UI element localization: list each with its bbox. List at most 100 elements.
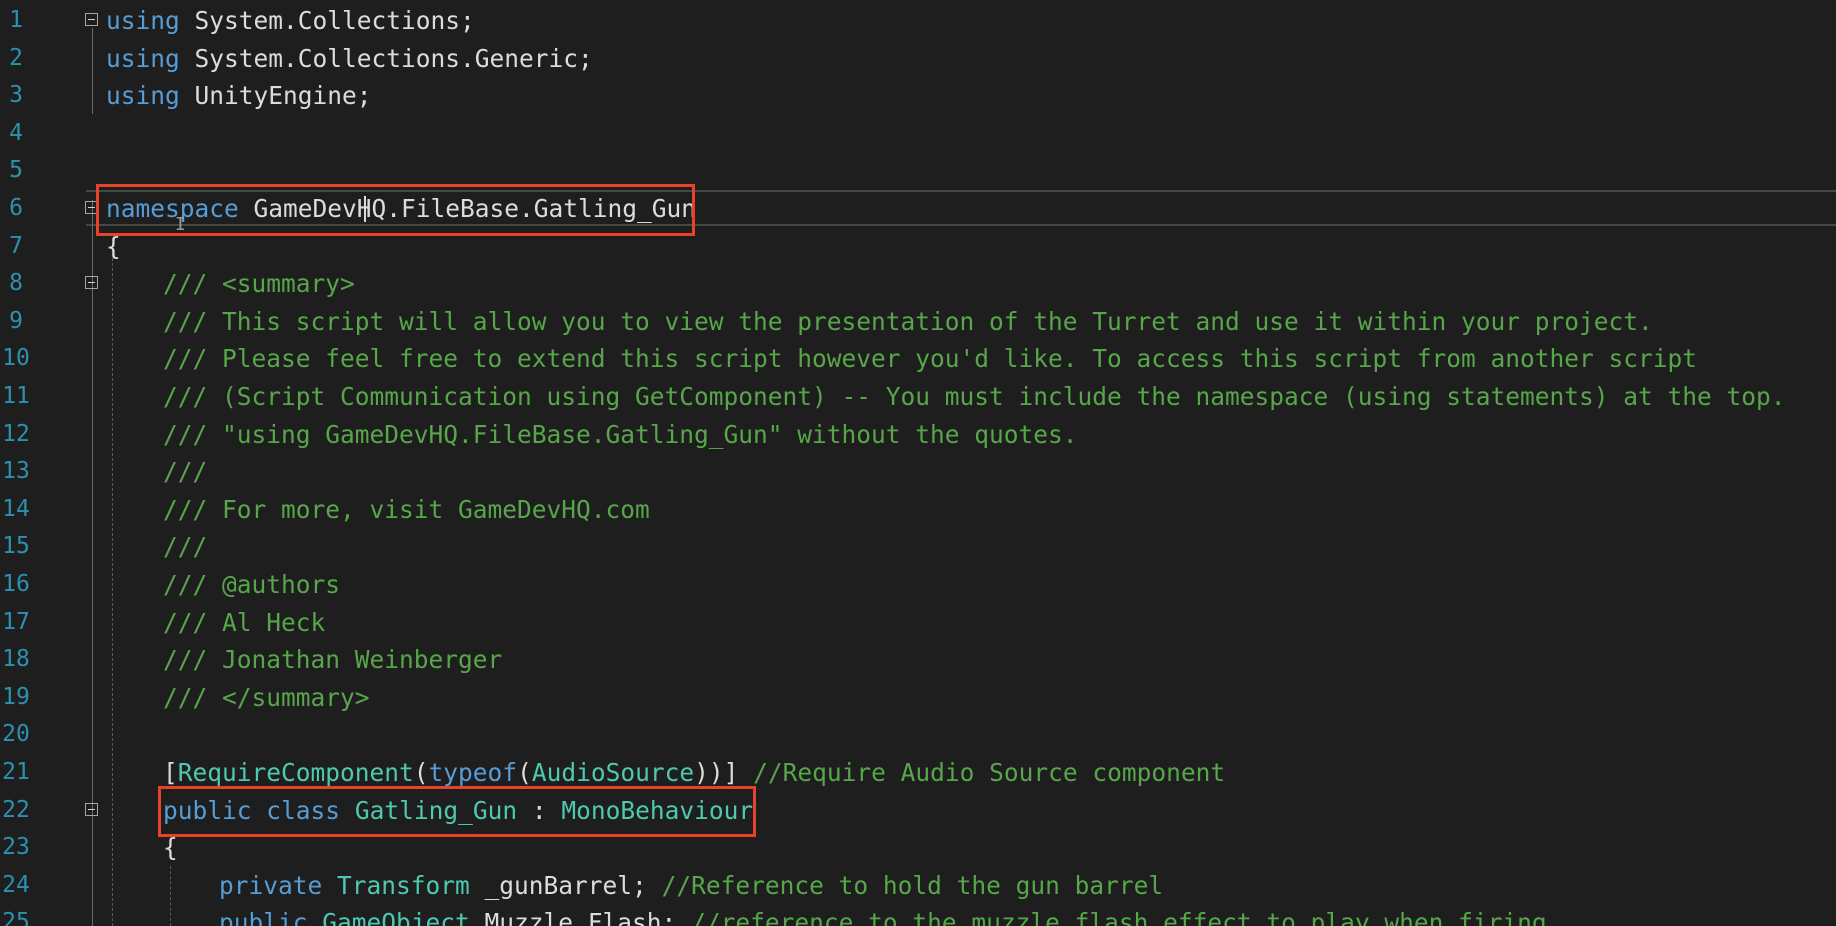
code-token: /// (Script Communication using GetCompo… bbox=[163, 382, 1786, 411]
code-token: /// </summary> bbox=[163, 682, 370, 712]
line-number: 20 bbox=[2, 721, 30, 748]
code-token: System.Collections; bbox=[179, 6, 475, 35]
code-line[interactable]: 9 /// This script will allow you to view … bbox=[0, 303, 1836, 341]
collapse-icon[interactable] bbox=[85, 13, 98, 26]
code-line[interactable]: 25 public GameObject Muzzle_Flash; //refe… bbox=[0, 904, 1836, 926]
code-text[interactable]: { bbox=[163, 829, 178, 867]
code-line[interactable]: 7{ bbox=[0, 228, 1836, 266]
code-text[interactable]: namespace GameDevHQ.FileBase.Gatling_Gun bbox=[106, 190, 696, 228]
code-token: /// For more, visit GameDevHQ.com bbox=[163, 494, 650, 524]
code-text[interactable]: /// This script will allow you to view t… bbox=[163, 303, 1653, 341]
code-text[interactable]: /// (Script Communication using GetCompo… bbox=[163, 378, 1786, 416]
code-token: _gunBarrel; bbox=[469, 870, 662, 900]
code-line[interactable]: 21 [RequireComponent(typeof(AudioSource))… bbox=[0, 754, 1836, 792]
code-line[interactable]: 18 /// Jonathan Weinberger bbox=[0, 641, 1836, 679]
code-text[interactable]: using System.Collections; bbox=[106, 2, 475, 40]
collapse-icon[interactable] bbox=[85, 201, 98, 214]
line-number: 14 bbox=[2, 495, 30, 522]
code-text[interactable]: using UnityEngine; bbox=[106, 77, 372, 115]
code-text[interactable]: /// Jonathan Weinberger bbox=[163, 641, 502, 679]
code-text[interactable]: using System.Collections.Generic; bbox=[106, 40, 593, 78]
code-text[interactable]: private Transform _gunBarrel; //Referenc… bbox=[219, 867, 1163, 905]
code-line[interactable]: 4 bbox=[0, 115, 1836, 153]
code-line[interactable]: 16 /// @authors bbox=[0, 566, 1836, 604]
code-token: Transform bbox=[337, 870, 470, 900]
line-number: 18 bbox=[2, 646, 30, 673]
code-text[interactable]: [RequireComponent(typeof(AudioSource))] … bbox=[163, 754, 1225, 792]
code-line[interactable]: 19 /// </summary> bbox=[0, 679, 1836, 717]
code-token: using bbox=[106, 6, 180, 35]
code-token: class bbox=[266, 795, 341, 825]
code-token: /// Al Heck bbox=[163, 607, 326, 637]
code-text[interactable]: public class Gatling_Gun : MonoBehaviour bbox=[163, 792, 753, 830]
code-text[interactable]: /// <summary> bbox=[163, 265, 355, 303]
code-line[interactable]: 6 namespace GameDevHQ.FileBase.Gatling_Gu… bbox=[0, 190, 1836, 228]
code-line[interactable]: 11 /// (Script Communication using GetCom… bbox=[0, 378, 1836, 416]
code-token: /// Please feel free to extend this scri… bbox=[163, 344, 1698, 374]
code-editor[interactable]: 1 using System.Collections; 2 using System.… bbox=[0, 0, 1836, 926]
code-text[interactable]: { bbox=[106, 228, 121, 266]
code-token: AudioSource bbox=[531, 758, 695, 787]
code-text[interactable]: /// bbox=[163, 453, 207, 491]
code-line[interactable]: 17 /// Al Heck bbox=[0, 604, 1836, 642]
code-token: [ bbox=[163, 758, 178, 787]
line-number: 5 bbox=[9, 157, 23, 184]
code-token: private bbox=[219, 870, 323, 900]
line-number: 23 bbox=[2, 834, 30, 861]
line-number: 17 bbox=[2, 608, 30, 635]
code-token: { bbox=[163, 833, 178, 863]
code-token: /// <summary> bbox=[163, 269, 355, 299]
code-text[interactable]: /// Please feel free to extend this scri… bbox=[163, 340, 1697, 378]
code-token: public bbox=[163, 795, 252, 825]
line-number: 9 bbox=[9, 307, 23, 334]
code-line[interactable]: 2 using System.Collections.Generic; bbox=[0, 40, 1836, 78]
code-text[interactable]: public GameObject Muzzle_Flash; //refere… bbox=[219, 904, 1547, 926]
code-line[interactable]: 23 { bbox=[0, 829, 1836, 867]
code-line[interactable]: 22 public class Gatling_Gun : MonoBehavio… bbox=[0, 792, 1836, 830]
code-line[interactable]: 5 bbox=[0, 152, 1836, 190]
line-number: 4 bbox=[9, 119, 23, 146]
mouse-ibeam-cursor: I bbox=[175, 214, 186, 235]
code-token: /// @authors bbox=[163, 570, 341, 599]
code-token: //Require Audio Source component bbox=[753, 758, 1226, 787]
line-number: 6 bbox=[9, 195, 23, 221]
collapse-icon[interactable] bbox=[85, 276, 98, 290]
code-text[interactable]: /// Al Heck bbox=[163, 604, 325, 642]
code-line[interactable]: 14 /// For more, visit GameDevHQ.com bbox=[0, 491, 1836, 529]
code-line[interactable]: 8 /// <summary> bbox=[0, 265, 1836, 303]
code-line[interactable]: 20 bbox=[0, 716, 1836, 754]
line-number: 11 bbox=[2, 383, 30, 409]
code-token: /// Jonathan Weinberger bbox=[163, 645, 503, 675]
code-token: RequireComponent bbox=[177, 758, 414, 787]
line-number: 21 bbox=[2, 759, 30, 785]
line-number: 24 bbox=[2, 871, 30, 898]
code-token: /// bbox=[163, 457, 208, 487]
line-number: 3 bbox=[9, 82, 23, 109]
code-token: { bbox=[106, 231, 121, 261]
code-text[interactable]: /// bbox=[163, 528, 207, 566]
collapse-icon[interactable] bbox=[85, 802, 98, 816]
code-text[interactable]: /// </summary> bbox=[163, 679, 370, 717]
code-token: namespace bbox=[106, 194, 239, 223]
line-number: 25 bbox=[2, 909, 30, 926]
code-token: MonoBehaviour bbox=[561, 795, 754, 825]
line-number: 10 bbox=[2, 345, 30, 372]
code-line[interactable]: 1 using System.Collections; bbox=[0, 2, 1836, 40]
code-token: ))] bbox=[694, 758, 754, 787]
line-number: 22 bbox=[2, 796, 30, 823]
code-text[interactable]: /// For more, visit GameDevHQ.com bbox=[163, 491, 650, 529]
code-text[interactable]: /// @authors bbox=[163, 566, 340, 604]
code-text[interactable]: /// "using GameDevHQ.FileBase.Gatling_Gu… bbox=[163, 416, 1078, 454]
code-line[interactable]: 13 /// bbox=[0, 453, 1836, 491]
code-line[interactable]: 10 /// Please feel free to extend this sc… bbox=[0, 340, 1836, 378]
code-line[interactable]: 24 private Transform _gunBarrel; //Refere… bbox=[0, 867, 1836, 905]
code-line[interactable]: 12 /// "using GameDevHQ.FileBase.Gatling_… bbox=[0, 416, 1836, 454]
code-line[interactable]: 3 using UnityEngine; bbox=[0, 77, 1836, 115]
code-token: : bbox=[517, 795, 562, 825]
code-line[interactable]: 15 /// bbox=[0, 528, 1836, 566]
line-number: 2 bbox=[9, 44, 23, 71]
line-number: 12 bbox=[2, 420, 30, 447]
code-token: Muzzle_Flash; bbox=[469, 908, 692, 926]
